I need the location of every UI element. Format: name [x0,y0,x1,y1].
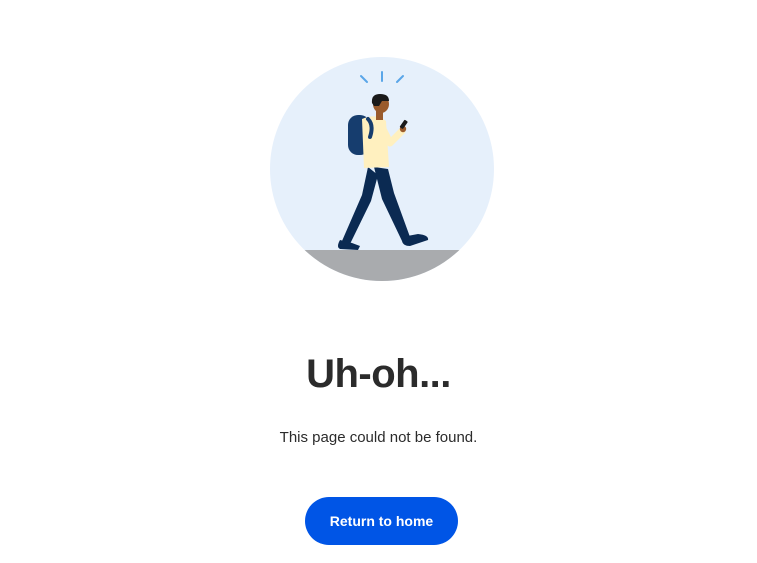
return-to-home-button[interactable]: Return to home [305,497,458,545]
ground [270,250,494,281]
not-found-page: Uh-oh... This page could not be found. R… [0,0,757,563]
page-title: Uh-oh... [306,352,451,396]
error-message: This page could not be found. [279,429,478,446]
person-walking-with-phone-icon [270,57,494,281]
person-walking-illustration [270,57,494,281]
shirt [362,116,389,168]
